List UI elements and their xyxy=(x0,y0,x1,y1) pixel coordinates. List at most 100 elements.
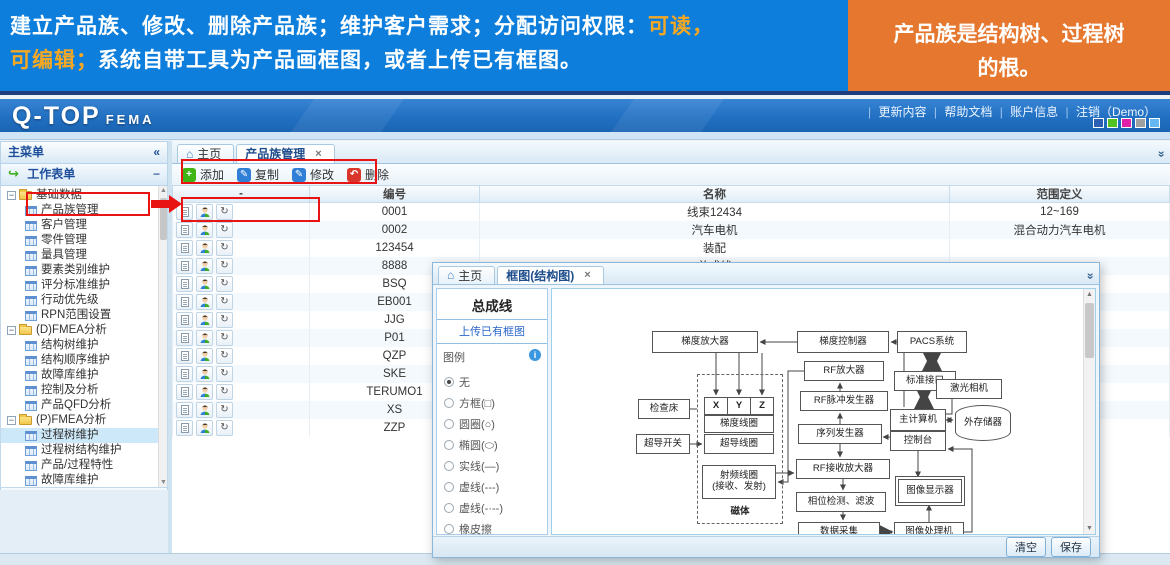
sidebar-item-0-7[interactable]: RPN范围设置 xyxy=(1,308,167,323)
upload-diagram-link[interactable]: 上传已有框图 xyxy=(437,320,547,344)
column-header-code[interactable]: 编号 xyxy=(310,186,480,203)
tree-scrollbar[interactable]: ▲ ▼ xyxy=(158,186,167,487)
sidebar-item-2-1[interactable]: 过程树结构维护 xyxy=(1,443,167,458)
detail-button[interactable] xyxy=(176,312,193,328)
theme-swatch-icon[interactable] xyxy=(1107,118,1118,128)
permissions-button[interactable]: ↻ xyxy=(216,294,233,310)
sidebar-section-workforms[interactable]: ↪ 工作表单 − xyxy=(0,164,168,186)
diagram-canvas[interactable]: 梯度放大器梯度控制器PACS系统RF放大器标准接口检查床XYZ梯度线圈RF脉冲发… xyxy=(552,289,1083,534)
sidebar-item-1-0[interactable]: 结构树维护 xyxy=(1,338,167,353)
expander-icon[interactable]: − xyxy=(7,326,16,335)
sidebar-collapse-icon[interactable]: « xyxy=(153,142,160,163)
theme-swatch-icon[interactable] xyxy=(1093,118,1104,128)
customer-requirements-button[interactable] xyxy=(196,330,213,346)
column-header-range[interactable]: 范围定义 xyxy=(950,186,1170,203)
radio-icon[interactable] xyxy=(444,419,454,429)
permissions-button[interactable]: ↻ xyxy=(216,312,233,328)
sidebar-item-0-5[interactable]: 评分标准维护 xyxy=(1,278,167,293)
scrollbar-thumb[interactable] xyxy=(160,198,167,240)
sidebar-item-0-2[interactable]: 零件管理 xyxy=(1,233,167,248)
clear-button[interactable]: 清空 xyxy=(1006,537,1046,557)
link-updates[interactable]: 更新内容 xyxy=(879,105,927,119)
sidebar-item-0-1[interactable]: 客户管理 xyxy=(1,218,167,233)
customer-requirements-button[interactable] xyxy=(196,258,213,274)
customer-requirements-button[interactable] xyxy=(196,222,213,238)
radio-icon[interactable] xyxy=(444,377,454,387)
detail-button[interactable] xyxy=(176,420,193,436)
detail-button[interactable] xyxy=(176,348,193,364)
chevron-down-icon[interactable]: « xyxy=(1154,151,1168,158)
legend-option-5[interactable]: 虚线(---) xyxy=(444,476,547,497)
info-icon[interactable]: i xyxy=(529,349,541,361)
permissions-button[interactable]: ↻ xyxy=(216,204,233,220)
permissions-button[interactable]: ↻ xyxy=(216,330,233,346)
radio-icon[interactable] xyxy=(444,524,454,534)
customer-requirements-button[interactable] xyxy=(196,420,213,436)
detail-button[interactable] xyxy=(176,294,193,310)
detail-button[interactable] xyxy=(176,222,193,238)
detail-button[interactable] xyxy=(176,402,193,418)
expander-icon[interactable]: − xyxy=(7,191,16,200)
customer-requirements-button[interactable] xyxy=(196,294,213,310)
sidebar-item-0-3[interactable]: 量具管理 xyxy=(1,248,167,263)
sidebar-item-1-1[interactable]: 结构顺序维护 xyxy=(1,353,167,368)
sidebar-item-0-4[interactable]: 要素类别维护 xyxy=(1,263,167,278)
permissions-button[interactable]: ↻ xyxy=(216,258,233,274)
detail-button[interactable] xyxy=(176,204,193,220)
add-button[interactable]: +添加 xyxy=(178,164,231,185)
scroll-up-icon[interactable]: ▲ xyxy=(1084,291,1095,298)
legend-option-1[interactable]: 方框(□) xyxy=(444,392,547,413)
del-button[interactable]: ↶删除 xyxy=(343,164,396,185)
sidebar-item-1-2[interactable]: 故障库维护 xyxy=(1,368,167,383)
column-header-actions[interactable]: - xyxy=(173,186,310,203)
permissions-button[interactable]: ↻ xyxy=(216,240,233,256)
popup-tab-home[interactable]: ⌂ 主页 xyxy=(438,266,495,284)
tab-product-family[interactable]: 产品族管理 × xyxy=(236,144,334,163)
theme-swatch-icon[interactable] xyxy=(1135,118,1146,128)
detail-button[interactable] xyxy=(176,384,193,400)
scroll-down-icon[interactable]: ▼ xyxy=(1084,525,1095,532)
permissions-button[interactable]: ↻ xyxy=(216,420,233,436)
legend-option-6[interactable]: 虚线(-·--) xyxy=(444,497,547,518)
link-help-docs[interactable]: 帮助文档 xyxy=(944,105,992,119)
column-header-name[interactable]: 名称 xyxy=(480,186,950,203)
popup-tab-diagram[interactable]: 框图(结构图) × xyxy=(497,266,603,284)
sidebar-item-2-2[interactable]: 产品/过程特性 xyxy=(1,458,167,473)
legend-option-3[interactable]: 椭圆(⬭) xyxy=(444,434,547,455)
customer-requirements-button[interactable] xyxy=(196,348,213,364)
permissions-button[interactable]: ↻ xyxy=(216,384,233,400)
sidebar-item-0-6[interactable]: 行动优先级 xyxy=(1,293,167,308)
theme-swatch-icon[interactable] xyxy=(1149,118,1160,128)
diagram-scrollbar[interactable]: ▲ ▼ xyxy=(1083,289,1095,534)
link-account-info[interactable]: 账户信息 xyxy=(1010,105,1058,119)
permissions-button[interactable]: ↻ xyxy=(216,402,233,418)
customer-requirements-button[interactable] xyxy=(196,312,213,328)
copy-button[interactable]: ✎复制 xyxy=(233,164,286,185)
sidebar-item-0-0[interactable]: 产品族管理 xyxy=(1,203,167,218)
sidebar-item-1-3[interactable]: 控制及分析 xyxy=(1,383,167,398)
customer-requirements-button[interactable] xyxy=(196,276,213,292)
legend-option-4[interactable]: 实线(—) xyxy=(444,455,547,476)
permissions-button[interactable]: ↻ xyxy=(216,276,233,292)
detail-button[interactable] xyxy=(176,366,193,382)
close-icon[interactable]: × xyxy=(584,269,590,281)
customer-requirements-button[interactable] xyxy=(196,402,213,418)
scroll-down-icon[interactable]: ▼ xyxy=(159,479,168,486)
link-logout[interactable]: 注销（Demo） xyxy=(1076,105,1156,119)
customer-requirements-button[interactable] xyxy=(196,366,213,382)
radio-icon[interactable] xyxy=(444,440,454,450)
save-button[interactable]: 保存 xyxy=(1051,537,1091,557)
section-collapse-icon[interactable]: − xyxy=(153,164,160,184)
scroll-up-icon[interactable]: ▲ xyxy=(159,187,168,194)
chevron-down-icon[interactable]: « xyxy=(1083,273,1097,280)
tree-group-1[interactable]: −(D)FMEA分析 xyxy=(1,323,167,338)
theme-swatch-icon[interactable] xyxy=(1121,118,1132,128)
scrollbar-thumb[interactable] xyxy=(1085,303,1094,358)
radio-icon[interactable] xyxy=(444,398,454,408)
customer-requirements-button[interactable] xyxy=(196,384,213,400)
radio-icon[interactable] xyxy=(444,482,454,492)
tree-group-0[interactable]: −基础数据 xyxy=(1,188,167,203)
legend-option-0[interactable]: 无 xyxy=(444,371,547,392)
sidebar-item-2-0[interactable]: 过程树维护 xyxy=(1,428,167,443)
tree-group-2[interactable]: −(P)FMEA分析 xyxy=(1,413,167,428)
